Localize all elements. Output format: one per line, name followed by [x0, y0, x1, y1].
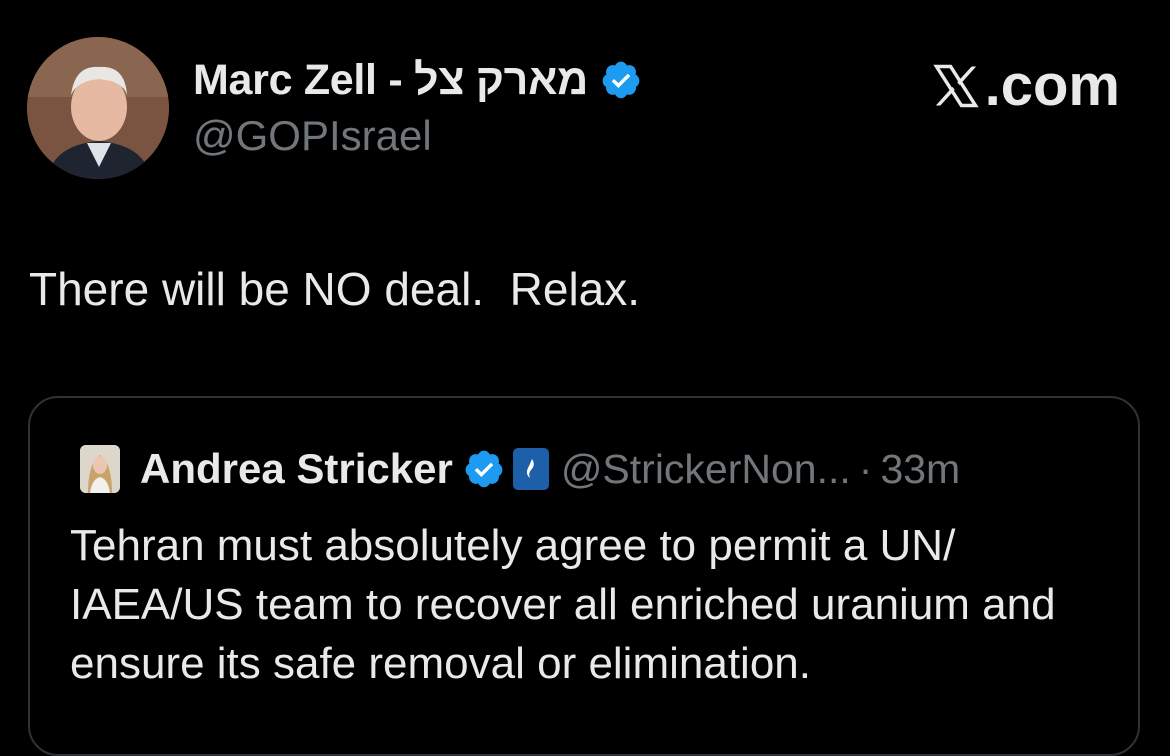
author-handle[interactable]: @GOPIsrael	[193, 112, 432, 160]
verified-badge-icon	[602, 61, 640, 99]
quoted-tweet-text: Tehran must absolutely agree to permit a…	[70, 521, 1056, 688]
quoted-tweet-card[interactable]: Andrea Stricker @StrickerNon... · 33m Te…	[28, 396, 1140, 756]
meta-separator: ·	[858, 445, 873, 492]
author-display-name[interactable]: Marc Zell - מארק צל	[193, 56, 588, 105]
affiliation-badge-icon[interactable]	[512, 448, 549, 490]
quoted-tweet-header: Andrea Stricker @StrickerNon... · 33m	[80, 444, 960, 494]
author-avatar[interactable]	[27, 37, 169, 179]
quoted-tweet-timestamp[interactable]: 33m	[880, 446, 960, 493]
quoted-author-avatar[interactable]	[80, 445, 120, 493]
watermark-text: .com	[984, 53, 1120, 118]
author-name-row: Marc Zell - מארק צל	[193, 52, 642, 108]
quoted-author-handle[interactable]: @StrickerNon...	[561, 446, 851, 493]
x-com-watermark: .com	[929, 52, 1120, 119]
tweet-text: There will be NO deal. Relax.	[29, 263, 641, 315]
x-logo-icon	[932, 64, 979, 107]
quoted-author-name[interactable]: Andrea Stricker	[140, 445, 453, 493]
verified-badge-icon	[465, 450, 503, 488]
